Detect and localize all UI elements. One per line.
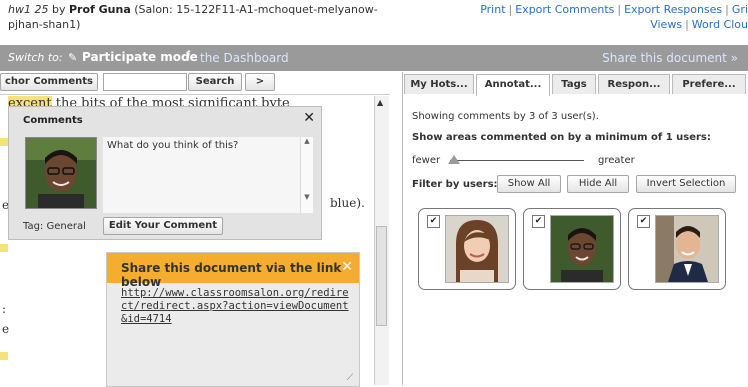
document-text-fragment: blue).	[330, 196, 365, 210]
word-cloud-link[interactable]: Word Clou	[692, 18, 748, 31]
tab-tags[interactable]: Tags	[552, 74, 596, 94]
views-link[interactable]: Views	[650, 18, 682, 31]
pencil-icon: ✎	[68, 51, 78, 64]
mode-toolbar: Switch to: ✎ Participate mode i the Dash…	[0, 45, 748, 71]
comment-tag: Tag: General	[23, 221, 86, 232]
areas-filter-label: Show areas commented on by a minimum of …	[412, 132, 711, 143]
commenter-avatar	[25, 137, 97, 209]
switch-to-label: Switch to:	[8, 51, 63, 64]
salon-name-cont: pjhan-shan1)	[8, 18, 81, 31]
share-popup-header: Share this document via the link below ✕	[107, 253, 359, 289]
share-url-link[interactable]: http://www.classroomsalon.org/redirect/r…	[121, 287, 353, 326]
user-checkbox[interactable]: ✔	[637, 215, 650, 228]
share-popup: Share this document via the link below ✕…	[106, 252, 360, 387]
grid-link[interactable]: Gri	[732, 3, 748, 16]
tab-my-hotspots[interactable]: My Hots...	[404, 74, 474, 94]
invert-selection-button[interactable]: Invert Selection	[636, 175, 736, 193]
share-document-link[interactable]: Share this document »	[602, 51, 738, 65]
min-users-slider[interactable]	[450, 160, 584, 161]
close-icon[interactable]: ✕	[303, 110, 315, 126]
print-link[interactable]: Print	[480, 3, 505, 16]
hide-all-button[interactable]: Hide All	[567, 175, 629, 193]
export-responses-link[interactable]: Export Responses	[624, 3, 722, 16]
document-info: hw1 25 by Prof Guna (Salon: 15-122F11-A1…	[8, 2, 388, 32]
tab-responses[interactable]: Respon...	[598, 74, 670, 94]
dashboard-link[interactable]: the Dashboard	[200, 51, 289, 65]
resize-grip-icon[interactable]: ⟋	[347, 373, 353, 383]
search-button[interactable]: Search	[188, 73, 242, 91]
document-text-fragment: e	[2, 322, 10, 336]
participate-mode-link[interactable]: Participate mode	[82, 50, 198, 64]
info-icon[interactable]: i	[186, 49, 190, 63]
tab-preferences[interactable]: Prefere...	[672, 74, 746, 94]
share-popup-title: Share this document via the link below	[121, 261, 342, 289]
show-all-button[interactable]: Show All	[497, 175, 561, 193]
scroll-up-icon[interactable]: ▲	[377, 98, 383, 107]
by-text: by	[51, 3, 66, 16]
user-photo	[550, 215, 614, 283]
showing-comments-text: Showing comments by 3 of 3 user(s).	[412, 111, 599, 122]
comments-popup: Comments ✕ What do you think of this? ▲ ▼…	[8, 106, 322, 240]
comment-scrollbar[interactable]: ▲ ▼	[300, 137, 313, 213]
comments-title: Comments	[23, 115, 83, 126]
highlight-marker[interactable]	[0, 352, 8, 360]
comment-text: What do you think of this?	[107, 140, 239, 151]
search-input[interactable]	[103, 73, 187, 91]
salon-name: (Salon: 15-122F11-A1-mchoquet-melyanow-	[134, 3, 378, 16]
slider-handle[interactable]	[448, 155, 460, 164]
user-checkbox[interactable]: ✔	[427, 215, 440, 228]
user-photo	[445, 215, 509, 283]
document-name: hw1 25	[8, 3, 49, 16]
highlight-marker[interactable]	[0, 138, 8, 146]
export-comments-link[interactable]: Export Comments	[515, 3, 614, 16]
tab-annotations[interactable]: Annotat...	[476, 74, 550, 96]
filter-users-label: Filter by users:	[412, 179, 498, 190]
scroll-thumb[interactable]	[376, 226, 387, 326]
user-photo	[655, 215, 719, 283]
highlight-marker[interactable]	[0, 244, 8, 252]
user-card[interactable]: ✔	[523, 208, 621, 290]
document-text-fragment: :	[2, 302, 7, 316]
owner-name: Prof Guna	[68, 3, 131, 16]
comment-textbox[interactable]: What do you think of this? ▲ ▼	[103, 137, 313, 213]
next-button[interactable]: >	[245, 73, 275, 91]
close-icon[interactable]: ✕	[341, 259, 353, 275]
fewer-label: fewer	[412, 155, 441, 166]
user-checkbox[interactable]: ✔	[532, 215, 545, 228]
edit-comment-button[interactable]: Edit Your Comment	[103, 217, 223, 235]
header-links: Print | Export Comments | Export Responses | G…	[480, 3, 748, 31]
document-scrollbar[interactable]: ▲	[374, 96, 389, 385]
greater-label: greater	[598, 155, 635, 166]
anchor-comments-button[interactable]: chor Comments	[0, 73, 98, 91]
user-card[interactable]: ✔	[418, 208, 516, 290]
user-card[interactable]: ✔	[628, 208, 726, 290]
